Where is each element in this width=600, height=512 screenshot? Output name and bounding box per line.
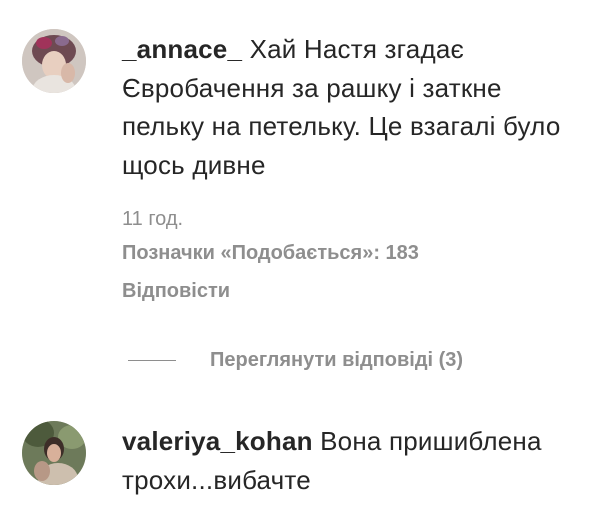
comment-body: _annace_ Хай Настя згадає Євробачення за… bbox=[122, 30, 582, 184]
view-replies-label: Переглянути відповіді (3) bbox=[210, 348, 464, 371]
reply-button[interactable]: Відповісти bbox=[122, 280, 230, 303]
comment-item: valeriya_kohan Вона пришиблена трохи...в… bbox=[0, 400, 600, 512]
comment-body: valeriya_kohan Вона пришиблена трохи...в… bbox=[122, 422, 582, 499]
comment-timestamp[interactable]: 11 год. bbox=[122, 208, 183, 231]
comment-item: _annace_ Хай Настя згадає Євробачення за… bbox=[0, 0, 600, 400]
avatar[interactable] bbox=[22, 421, 86, 485]
comment-username[interactable]: valeriya_kohan bbox=[122, 426, 313, 456]
view-replies-button[interactable]: Переглянути відповіді (3) bbox=[128, 346, 463, 374]
comment-username[interactable]: _annace_ bbox=[122, 34, 242, 64]
divider-line bbox=[128, 359, 176, 361]
avatar[interactable] bbox=[22, 29, 86, 93]
comment-likes-count[interactable]: Позначки «Подобається»: 183 bbox=[122, 242, 419, 265]
